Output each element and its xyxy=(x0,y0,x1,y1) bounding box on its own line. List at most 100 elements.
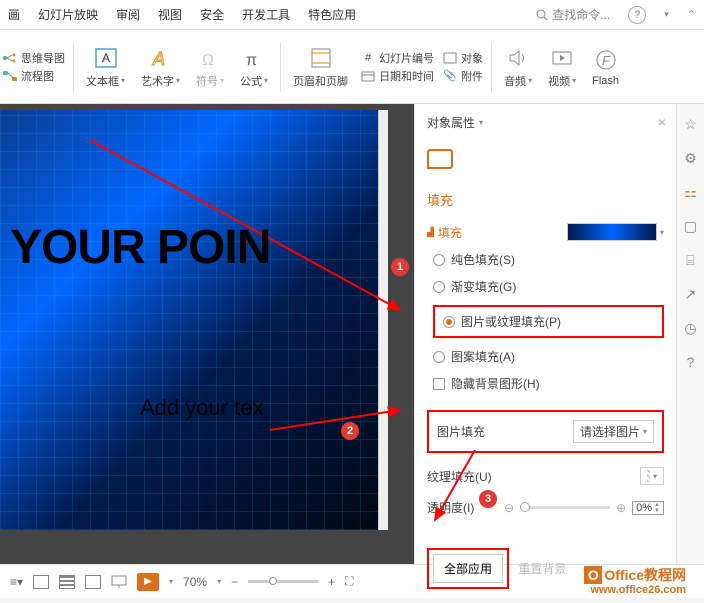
header-footer-button[interactable]: 页眉和页脚 xyxy=(289,45,352,89)
menu-special[interactable]: 特色应用 xyxy=(308,6,356,23)
menu-draw[interactable]: 画 xyxy=(8,6,20,23)
watermark: OOffice教程网 www.office26.com xyxy=(584,566,686,597)
wordart-icon: A xyxy=(148,45,174,71)
ribbon-diagram-group: 思维导图 流程图 xyxy=(2,50,65,84)
zoom-in-icon[interactable]: + xyxy=(328,575,335,589)
radio-pattern-fill[interactable]: 图案填充(A) xyxy=(433,348,664,365)
flash-icon: F xyxy=(593,47,619,73)
fill-preview-dropdown[interactable]: ▾ xyxy=(567,223,664,241)
fit-icon[interactable]: ⛶ xyxy=(345,574,353,589)
formula-icon: π xyxy=(241,45,267,71)
attachment-button[interactable]: 📎 附件 xyxy=(442,68,483,84)
slide-title-text[interactable]: YOUR POIN xyxy=(10,220,368,275)
calendar-icon xyxy=(360,68,376,84)
flowchart-button[interactable]: 流程图 xyxy=(2,68,65,84)
mindmap-button[interactable]: 思维导图 xyxy=(2,50,65,66)
slide-number-button[interactable]: # 幻灯片编号 xyxy=(360,50,434,66)
tab-fill[interactable]: 填充 xyxy=(427,193,453,212)
highlight-box-3: 全部应用 xyxy=(427,548,509,589)
view-normal-icon[interactable] xyxy=(33,575,49,589)
view-reading-icon[interactable] xyxy=(85,575,101,589)
radio-solid-fill[interactable]: 纯色填充(S) xyxy=(433,251,664,268)
texture-dropdown[interactable]: ▾ xyxy=(640,467,664,485)
video-button[interactable]: 视频▾ xyxy=(544,45,580,89)
ribbon: 思维导图 流程图 A 文本框▾ A 艺术字▾ Ω 符号▾ π 公式▾ 页眉和页脚… xyxy=(0,30,704,104)
checkbox-hide-bg[interactable]: 隐藏背景图形(H) xyxy=(433,375,664,392)
view-sorter-icon[interactable] xyxy=(59,575,75,589)
svg-text:A: A xyxy=(102,51,110,65)
audio-button[interactable]: 音频▾ xyxy=(500,45,536,89)
view-presenter-icon[interactable] xyxy=(111,575,127,589)
menubar-caret[interactable]: ▾ xyxy=(664,9,669,20)
slide-canvas[interactable]: YOUR POIN Add your tex xyxy=(0,110,378,530)
texture-fill-label: 纹理填充(U) xyxy=(427,468,492,485)
mindmap-icon xyxy=(2,50,18,66)
fill-shape-icon[interactable] xyxy=(427,149,453,169)
opacity-label: 透明度(I) xyxy=(427,499,474,516)
section-fill-header[interactable]: ▟填充 ▾ xyxy=(427,223,664,241)
fill-radio-list: 纯色填充(S) 渐变填充(G) 图片或纹理填充(P) 图案填充(A) 隐藏背景图… xyxy=(433,251,664,392)
video-icon xyxy=(549,45,575,71)
opacity-plus[interactable]: ⊕ xyxy=(616,501,626,515)
object-button[interactable]: 对象 xyxy=(442,50,483,66)
search-box[interactable]: 查找命令... xyxy=(536,6,610,23)
opacity-slider[interactable] xyxy=(520,506,610,509)
ribbon-insert-group: # 幻灯片编号 日期和时间 xyxy=(360,50,434,84)
menu-view[interactable]: 视图 xyxy=(158,6,182,23)
sidebar-help-icon[interactable]: ? xyxy=(683,354,699,370)
vertical-scrollbar[interactable] xyxy=(378,110,388,530)
wordart-button[interactable]: A 艺术字▾ xyxy=(137,45,184,89)
textbox-button[interactable]: A 文本框▾ xyxy=(82,45,129,89)
flowchart-icon xyxy=(2,68,18,84)
highlight-box-2: 图片填充 请选择图片▾ xyxy=(427,410,664,453)
panel-close-icon[interactable]: × xyxy=(658,114,666,130)
svg-text:A: A xyxy=(152,49,165,69)
header-footer-icon xyxy=(308,45,334,71)
sidebar-layers-icon[interactable]: ▢ xyxy=(683,218,699,234)
play-button[interactable]: ▶ xyxy=(137,573,159,591)
opacity-value-box[interactable]: 0%▲▼ xyxy=(632,501,664,515)
select-picture-dropdown[interactable]: 请选择图片▾ xyxy=(573,420,654,443)
sidebar-gear-icon[interactable]: ⚙ xyxy=(683,150,699,166)
collapse-icon[interactable]: ⌃ xyxy=(687,8,696,21)
menu-devtools[interactable]: 开发工具 xyxy=(242,6,290,23)
paperclip-icon: 📎 xyxy=(442,68,458,84)
slide-subtitle-text[interactable]: Add your tex xyxy=(140,395,368,421)
datetime-button[interactable]: 日期和时间 xyxy=(360,68,434,84)
help-icon[interactable]: ? xyxy=(628,6,646,24)
zoom-value[interactable]: 70% xyxy=(183,575,207,589)
search-icon xyxy=(536,9,548,21)
picture-fill-label: 图片填充 xyxy=(437,423,485,440)
formula-button[interactable]: π 公式▾ xyxy=(236,45,272,89)
object-icon xyxy=(442,50,458,66)
svg-text:Ω: Ω xyxy=(202,52,214,69)
sidebar-star-icon[interactable]: ☆ xyxy=(683,116,699,132)
zoom-slider[interactable] xyxy=(248,580,318,583)
menu-slideshow[interactable]: 幻灯片放映 xyxy=(38,6,98,23)
sidebar-box-icon[interactable]: ⌸ xyxy=(683,252,699,268)
svg-text:π: π xyxy=(246,52,257,69)
opacity-minus[interactable]: ⊖ xyxy=(504,501,514,515)
main-area: YOUR POIN Add your tex × 对象属性▾ 填充 ▟填充 ▾ … xyxy=(0,104,704,564)
sidebar-clock-icon[interactable]: ◷ xyxy=(683,320,699,336)
radio-picture-fill[interactable]: 图片或纹理填充(P) xyxy=(443,313,654,330)
sidebar-share-icon[interactable]: ↗ xyxy=(683,286,699,302)
menubar: 画 幻灯片放映 审阅 视图 安全 开发工具 特色应用 查找命令... ? ▾ ⌃ xyxy=(0,0,704,30)
audio-icon xyxy=(505,45,531,71)
menu-security[interactable]: 安全 xyxy=(200,6,224,23)
hash-icon: # xyxy=(360,50,376,66)
object-properties-panel: × 对象属性▾ 填充 ▟填充 ▾ 纯色填充(S) 渐变填充(G) xyxy=(414,104,704,564)
right-sidebar: ☆ ⚙ ⚏ ▢ ⌸ ↗ ◷ ? xyxy=(676,104,704,564)
sidebar-sliders-icon[interactable]: ⚏ xyxy=(683,184,699,200)
radio-gradient-fill[interactable]: 渐变填充(G) xyxy=(433,278,664,295)
flash-button[interactable]: F Flash xyxy=(588,47,623,87)
menu-review[interactable]: 审阅 xyxy=(116,6,140,23)
apply-all-button[interactable]: 全部应用 xyxy=(433,554,503,583)
symbol-icon: Ω xyxy=(197,45,223,71)
slide-editor[interactable]: YOUR POIN Add your tex xyxy=(0,104,414,564)
symbol-button[interactable]: Ω 符号▾ xyxy=(192,45,228,89)
menu-icon[interactable]: ≡▾ xyxy=(10,575,23,589)
ribbon-object-group: 对象 📎 附件 xyxy=(442,50,483,84)
zoom-out-icon[interactable]: − xyxy=(231,575,238,589)
reset-bg-button[interactable]: 重置背景 xyxy=(518,562,566,576)
